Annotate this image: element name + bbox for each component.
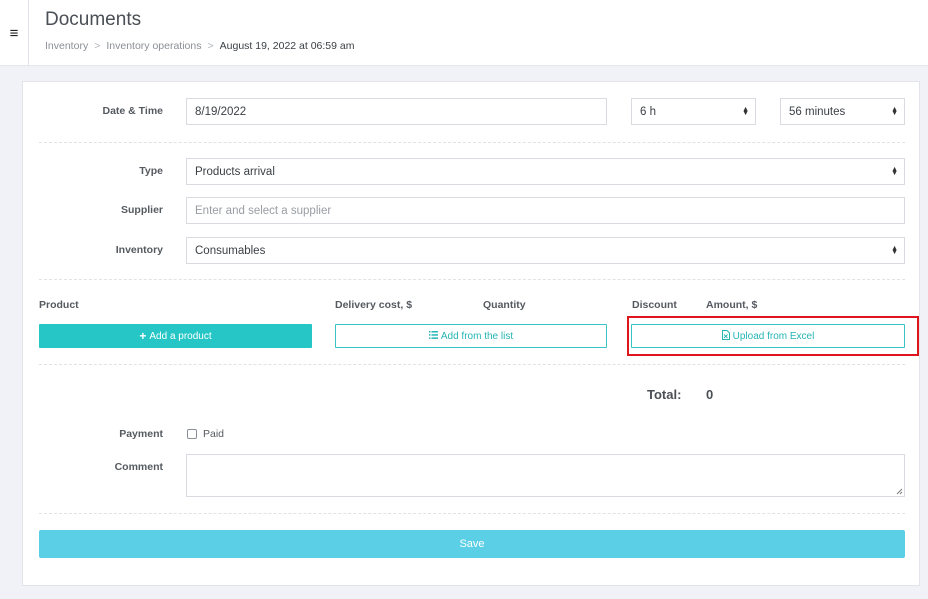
comment-textarea[interactable]: [186, 454, 905, 497]
comment-label: Comment: [114, 461, 163, 473]
highlight-box: [627, 316, 919, 356]
breadcrumb-separator: >: [207, 40, 214, 52]
minutes-select-value: 56 minutes: [789, 105, 846, 118]
document-form-card: Date & Time 8/19/2022 6 h ▲ ▼ 56 minutes …: [22, 81, 920, 586]
column-discount: Discount: [632, 299, 677, 311]
breadcrumb-separator: >: [94, 40, 101, 52]
total-value: 0: [706, 387, 714, 402]
column-delivery-cost: Delivery cost, $: [335, 299, 413, 311]
add-from-list-label: Add from the list: [440, 330, 514, 342]
column-amount: Amount, $: [706, 299, 758, 311]
inventory-label: Inventory: [115, 244, 163, 256]
hour-select-value: 6 h: [640, 105, 656, 118]
menu-icon[interactable]: ≡: [0, 0, 29, 66]
page-title: Documents: [45, 9, 142, 30]
supplier-label: Supplier: [120, 204, 163, 216]
paid-checkbox[interactable]: [187, 429, 197, 439]
breadcrumb-inventory-operations[interactable]: Inventory operations: [106, 40, 201, 52]
inventory-select[interactable]: Consumables ▲ ▼: [186, 237, 905, 264]
type-select[interactable]: Products arrival ▲ ▼: [186, 158, 905, 185]
total-label: Total:: [647, 387, 682, 402]
breadcrumb: Inventory > Inventory operations > Augus…: [45, 40, 355, 52]
add-from-list-button[interactable]: Add from the list: [335, 324, 607, 348]
date-input[interactable]: 8/19/2022: [186, 98, 607, 125]
select-arrows-icon: ▲ ▼: [891, 165, 898, 177]
select-arrows-icon: ▲ ▼: [742, 105, 749, 117]
save-button[interactable]: Save: [39, 530, 905, 558]
divider: [39, 279, 905, 280]
add-product-button[interactable]: + Add a product: [39, 324, 312, 348]
minutes-select[interactable]: 56 minutes ▲ ▼: [780, 98, 905, 125]
breadcrumb-inventory[interactable]: Inventory: [45, 40, 88, 52]
resize-handle-icon[interactable]: [895, 487, 903, 495]
plus-icon: +: [139, 329, 147, 343]
type-label: Type: [139, 165, 163, 177]
top-bar: ≡ Documents Inventory > Inventory operat…: [0, 0, 928, 66]
type-select-value: Products arrival: [195, 165, 275, 178]
column-quantity: Quantity: [483, 299, 526, 311]
breadcrumb-current: August 19, 2022 at 06:59 am: [219, 40, 355, 52]
select-arrows-icon: ▲ ▼: [891, 244, 898, 256]
inventory-select-value: Consumables: [195, 244, 266, 257]
supplier-input[interactable]: Enter and select a supplier: [186, 197, 905, 224]
paid-label[interactable]: Paid: [203, 428, 224, 440]
datetime-label: Date & Time: [102, 105, 164, 117]
column-product: Product: [39, 299, 79, 311]
divider: [39, 364, 905, 365]
hour-select[interactable]: 6 h ▲ ▼: [631, 98, 756, 125]
add-product-label: Add a product: [149, 330, 212, 342]
list-icon: [428, 330, 438, 342]
select-arrows-icon: ▲ ▼: [891, 105, 898, 117]
divider: [39, 142, 905, 143]
divider: [39, 513, 905, 514]
payment-label: Payment: [119, 428, 163, 440]
